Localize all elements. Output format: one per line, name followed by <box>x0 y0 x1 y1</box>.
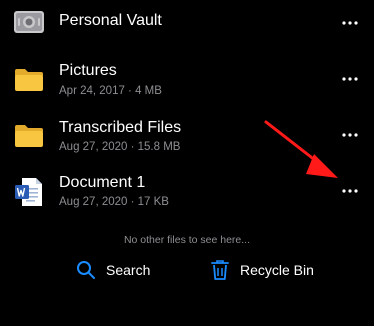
list-item-transcribed-files[interactable]: Transcribed Files Aug 27, 2020 · 15.8 MB <box>0 112 374 162</box>
recycle-bin-button[interactable]: Recycle Bin <box>210 256 314 284</box>
more-horizontal-icon <box>342 21 358 25</box>
file-meta: Apr 24, 2017 · 4 MB <box>59 85 162 97</box>
trash-icon <box>211 260 229 280</box>
file-meta: Aug 27, 2020 · 17 KB <box>59 196 169 208</box>
empty-state-note: No other files to see here... <box>123 234 251 246</box>
bottom-actions: Search Recycle Bin <box>0 256 374 284</box>
more-horizontal-icon <box>342 189 358 193</box>
list-item-personal-vault[interactable]: Personal Vault <box>0 0 374 50</box>
more-horizontal-icon <box>342 133 358 137</box>
word-document-icon <box>13 176 45 206</box>
more-options-button[interactable] <box>338 13 362 33</box>
file-meta: Aug 27, 2020 · 15.8 MB <box>59 141 181 153</box>
file-name: Personal Vault <box>59 12 162 29</box>
list-item-pictures[interactable]: Pictures Apr 24, 2017 · 4 MB <box>0 56 374 106</box>
more-options-button[interactable] <box>338 125 362 145</box>
file-name: Document 1 <box>59 174 146 191</box>
folder-icon <box>13 122 45 150</box>
more-options-button[interactable] <box>338 181 362 201</box>
folder-icon <box>13 66 45 94</box>
recycle-bin-label: Recycle Bin <box>240 262 314 278</box>
search-button[interactable]: Search <box>76 256 150 284</box>
search-icon <box>77 261 95 279</box>
list-item-document-1[interactable]: Document 1 Aug 27, 2020 · 17 KB <box>0 168 374 218</box>
search-label: Search <box>106 262 151 278</box>
more-options-button[interactable] <box>338 69 362 89</box>
vault-icon <box>13 8 45 36</box>
file-name: Pictures <box>59 62 117 79</box>
file-name: Transcribed Files <box>59 119 182 136</box>
more-horizontal-icon <box>342 77 358 81</box>
